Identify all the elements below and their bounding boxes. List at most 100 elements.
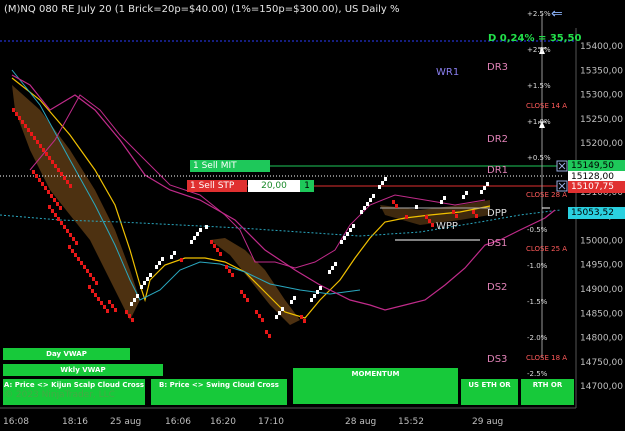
renko-brick — [27, 128, 30, 132]
renko-brick — [12, 108, 15, 112]
momentum-button[interactable]: MOMENTUM — [293, 368, 458, 404]
pct-header: D 0,24% = 35,50 — [488, 33, 581, 44]
pct-scale-label: -1.0% — [527, 262, 548, 270]
copyright-text: © 2023 NinjaTrader, LLC — [4, 390, 115, 400]
renko-brick — [196, 232, 199, 236]
renko-brick — [95, 281, 98, 285]
renko-brick — [360, 210, 363, 214]
level-dr3: DR3 — [487, 62, 508, 73]
renko-brick — [57, 168, 60, 172]
sell-mit-order[interactable]: 1 Sell MIT — [190, 160, 270, 172]
renko-brick — [395, 204, 398, 208]
renko-brick — [88, 285, 91, 289]
order-quantity-field[interactable]: 20,00 — [248, 180, 300, 192]
renko-brick — [77, 257, 80, 261]
renko-brick — [316, 290, 319, 294]
renko-brick — [21, 120, 24, 124]
renko-brick — [63, 225, 66, 229]
renko-brick — [483, 186, 486, 190]
swing-cloud-button[interactable]: B: Price <> Swing Cloud Cross — [151, 379, 287, 405]
renko-brick — [74, 253, 77, 257]
renko-brick — [293, 296, 296, 300]
renko-brick — [300, 315, 303, 319]
day-vwap-button[interactable]: Day VWAP — [3, 348, 130, 360]
renko-brick — [349, 228, 352, 232]
renko-brick — [83, 265, 86, 269]
renko-brick — [106, 309, 109, 313]
renko-brick — [39, 144, 42, 148]
pct-scale-label: -2.5% — [527, 370, 548, 378]
renko-brick — [228, 269, 231, 273]
renko-brick — [190, 240, 193, 244]
renko-brick — [30, 132, 33, 136]
renko-brick — [114, 308, 117, 312]
renko-brick — [41, 182, 44, 186]
kijun-cloud — [12, 85, 140, 320]
rth-or-button[interactable]: RTH OR — [521, 379, 574, 405]
renko-brick — [455, 214, 458, 218]
renko-brick — [216, 248, 219, 252]
y-axis-label: 15000,00 — [580, 236, 623, 246]
renko-brick — [86, 269, 89, 273]
pct-scale-label: -2.0% — [527, 334, 548, 342]
renko-brick — [193, 236, 196, 240]
renko-brick — [149, 273, 152, 277]
close-mit-icon[interactable] — [556, 160, 568, 172]
x-axis-label: 28 aug — [345, 417, 376, 427]
order-count[interactable]: 1 — [300, 180, 314, 192]
level-wpp: WPP — [436, 221, 458, 232]
renko-brick — [199, 228, 202, 232]
renko-brick — [275, 315, 278, 319]
renko-brick — [180, 258, 183, 262]
y-axis-label: 14950,00 — [580, 261, 623, 271]
y-axis-label: 14800,00 — [580, 334, 623, 344]
renko-brick — [278, 311, 281, 315]
y-axis-label: 14700,00 — [580, 382, 623, 392]
renko-brick — [60, 172, 63, 176]
renko-brick — [246, 298, 249, 302]
sell-stp-order[interactable]: 1 Sell STP — [187, 180, 247, 192]
renko-brick — [56, 202, 59, 206]
renko-brick — [161, 257, 164, 261]
renko-brick — [111, 304, 114, 308]
renko-brick — [155, 265, 158, 269]
y-axis-label: 14900,00 — [580, 285, 623, 295]
renko-brick — [243, 294, 246, 298]
renko-brick — [100, 301, 103, 305]
x-axis-label: 29 aug — [472, 417, 503, 427]
renko-brick — [36, 140, 39, 144]
renko-brick — [91, 289, 94, 293]
renko-brick — [440, 200, 443, 204]
renko-brick — [475, 214, 478, 218]
renko-brick — [15, 112, 18, 116]
renko-brick — [369, 198, 372, 202]
renko-brick — [125, 310, 128, 314]
us-eth-or-button[interactable]: US ETH OR — [461, 379, 518, 405]
level-ds3: DS3 — [487, 354, 507, 365]
y-axis-label: 14850,00 — [580, 309, 623, 319]
wkly-vwap-button[interactable]: Wkly VWAP — [3, 364, 163, 376]
renko-brick — [66, 180, 69, 184]
y-axis-label: 15200,00 — [580, 139, 623, 149]
renko-brick — [42, 148, 45, 152]
pct-scale-label: +2.5% — [527, 10, 551, 18]
renko-brick — [472, 210, 475, 214]
renko-brick — [60, 221, 63, 225]
renko-brick — [443, 196, 446, 200]
renko-brick — [290, 300, 293, 304]
renko-brick — [47, 190, 50, 194]
x-axis-label: 25 aug — [110, 417, 141, 427]
renko-brick — [281, 307, 284, 311]
renko-brick — [33, 136, 36, 140]
renko-brick — [425, 215, 428, 219]
renko-brick — [255, 310, 258, 314]
renko-brick — [392, 200, 395, 204]
close-label-4: CLOSE 18 A — [526, 354, 567, 362]
renko-brick — [465, 191, 468, 195]
close-stp-icon[interactable] — [556, 180, 568, 192]
renko-brick — [265, 330, 268, 334]
renko-brick — [94, 293, 97, 297]
renko-brick — [97, 297, 100, 301]
renko-brick — [133, 298, 136, 302]
renko-brick — [415, 205, 418, 209]
